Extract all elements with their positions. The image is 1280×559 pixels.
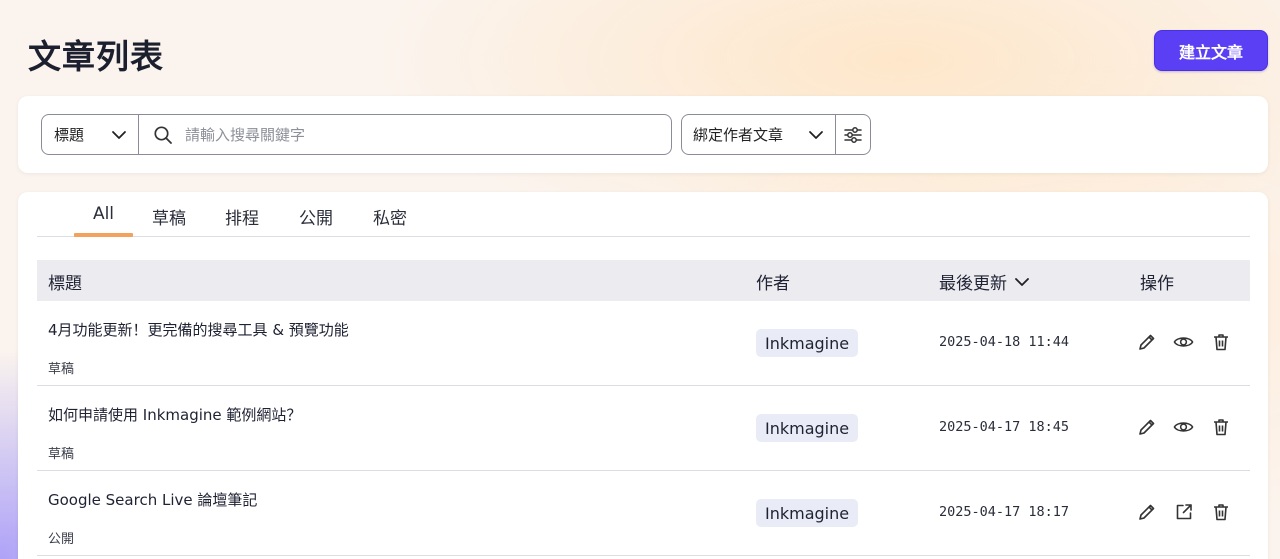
search-icon — [153, 125, 173, 145]
author-chip: Inkmagine — [756, 414, 859, 442]
table-row[interactable]: 如何申請使用 Inkmagine 範例網站？ 草稿 Inkmagine 2025… — [37, 386, 1250, 471]
column-header-actions: 操作 — [1140, 269, 1174, 294]
create-post-button[interactable]: 建立文章 — [1154, 30, 1268, 71]
tab-scheduled[interactable]: 排程 — [225, 204, 259, 236]
search-box — [139, 115, 671, 154]
row-actions — [1136, 416, 1231, 437]
edit-icon[interactable] — [1136, 416, 1157, 437]
tab-drafts[interactable]: 草稿 — [152, 204, 186, 236]
column-header-label: 標題 — [48, 274, 82, 294]
author-chip: Inkmagine — [756, 499, 859, 527]
column-header-label: 最後更新 — [939, 274, 1007, 294]
tab-private[interactable]: 私密 — [373, 204, 407, 236]
advanced-filter-button[interactable] — [836, 115, 870, 154]
filter-card: 標題 綁定作者文章 — [18, 96, 1268, 173]
chevron-down-icon — [110, 126, 128, 144]
tab-label: 公開 — [299, 209, 333, 229]
updated-timestamp: 2025-04-17 18:17 — [939, 504, 1070, 520]
search-field-select[interactable]: 標題 — [42, 115, 139, 154]
author-filter-label: 綁定作者文章 — [693, 126, 784, 144]
status-tabs: All 草稿 排程 公開 私密 — [37, 192, 1250, 237]
post-title[interactable]: 4月功能更新！更完備的搜尋工具 & 預覽功能 — [48, 319, 349, 340]
search-group: 標題 — [41, 114, 672, 155]
table-header: 標題 作者 最後更新 操作 — [37, 260, 1250, 301]
tab-all[interactable]: All — [74, 204, 133, 237]
row-actions — [1136, 331, 1231, 352]
row-actions — [1136, 501, 1231, 522]
updated-timestamp: 2025-04-17 18:45 — [939, 419, 1070, 435]
sliders-icon — [843, 125, 863, 145]
post-status: 草稿 — [48, 447, 75, 462]
column-header-title: 標題 — [48, 269, 82, 294]
author-filter: 綁定作者文章 — [681, 114, 871, 155]
tab-label: All — [92, 204, 115, 224]
table-row[interactable]: Google Search Live 論壇筆記 公開 Inkmagine 202… — [37, 471, 1250, 556]
author-filter-select[interactable]: 綁定作者文章 — [682, 115, 836, 154]
page-title: 文章列表 — [28, 37, 164, 76]
delete-icon[interactable] — [1210, 501, 1231, 522]
external-link-icon[interactable] — [1173, 501, 1194, 522]
tab-label: 私密 — [373, 209, 407, 229]
author-chip: Inkmagine — [756, 329, 859, 357]
column-header-updated[interactable]: 最後更新 — [939, 269, 1031, 294]
chevron-down-icon — [1013, 273, 1031, 291]
search-input[interactable] — [185, 125, 645, 144]
column-header-label: 作者 — [756, 274, 790, 294]
delete-icon[interactable] — [1210, 416, 1231, 437]
post-list-card: All 草稿 排程 公開 私密 標題 作者 最後更新 操作 4月功能更新！更完備… — [18, 192, 1268, 559]
preview-icon[interactable] — [1173, 331, 1194, 352]
chevron-down-icon — [807, 126, 825, 144]
edit-icon[interactable] — [1136, 501, 1157, 522]
updated-timestamp: 2025-04-18 11:44 — [939, 334, 1070, 350]
search-field-label: 標題 — [54, 126, 85, 144]
table-row[interactable]: 4月功能更新！更完備的搜尋工具 & 預覽功能 草稿 Inkmagine 2025… — [37, 301, 1250, 386]
edit-icon[interactable] — [1136, 331, 1157, 352]
column-header-author: 作者 — [756, 269, 790, 294]
tab-label: 排程 — [225, 209, 259, 229]
post-status: 公開 — [48, 532, 75, 547]
tab-label: 草稿 — [152, 209, 186, 229]
column-header-label: 操作 — [1140, 274, 1174, 294]
tab-public[interactable]: 公開 — [299, 204, 333, 236]
post-title[interactable]: 如何申請使用 Inkmagine 範例網站？ — [48, 404, 301, 425]
delete-icon[interactable] — [1210, 331, 1231, 352]
post-status: 草稿 — [48, 362, 75, 377]
preview-icon[interactable] — [1173, 416, 1194, 437]
post-title[interactable]: Google Search Live 論壇筆記 — [48, 489, 257, 510]
